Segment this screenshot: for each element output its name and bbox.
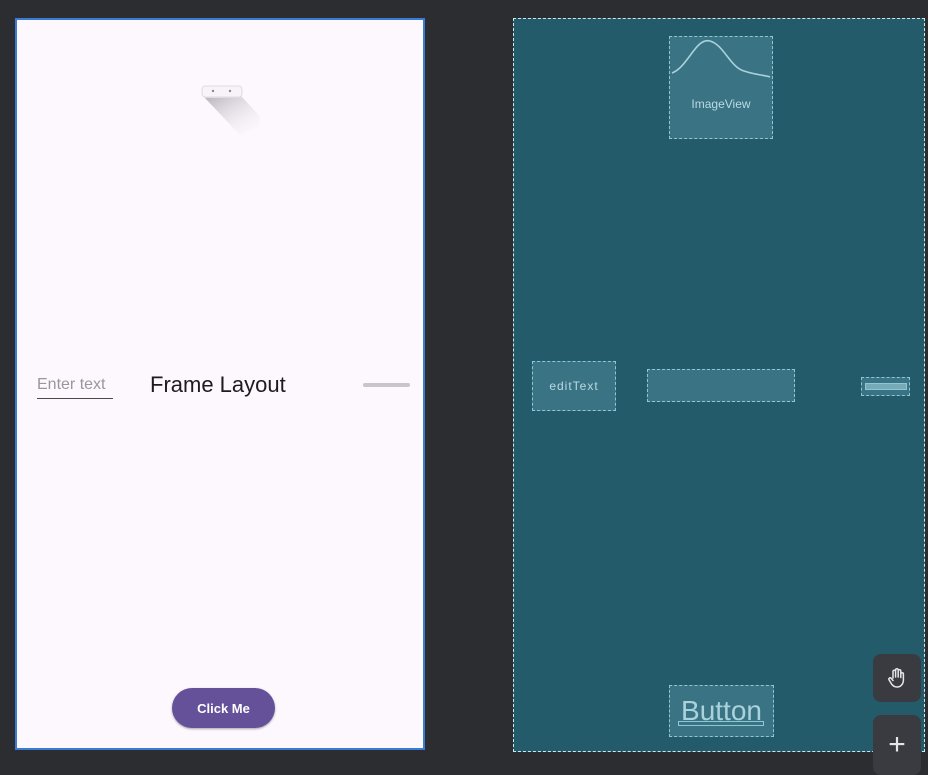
image-placeholder-icon[interactable] (200, 83, 260, 143)
blueprint-surface[interactable]: ImageView editText Button (513, 18, 925, 752)
blueprint-button[interactable]: Button (669, 685, 774, 737)
add-tool-button[interactable]: + (873, 715, 921, 775)
progressbar-indicator (864, 383, 907, 390)
blueprint-progressbar[interactable] (861, 377, 910, 396)
button-underline (678, 721, 764, 726)
progress-bar (363, 383, 410, 387)
edit-text-field[interactable]: Enter text (37, 376, 113, 399)
imageview-label: ImageView (691, 97, 751, 111)
hand-icon (888, 668, 905, 688)
design-surface[interactable]: Enter text Frame Layout Click Me (15, 18, 425, 750)
blueprint-textview[interactable] (647, 369, 795, 402)
plus-icon: + (888, 728, 906, 761)
edittext-label: editText (549, 379, 599, 393)
pan-tool-button[interactable] (873, 654, 921, 702)
blueprint-edittext[interactable]: editText (532, 361, 616, 411)
frame-layout-title: Frame Layout (150, 372, 286, 397)
click-me-button[interactable]: Click Me (172, 688, 275, 728)
blueprint-imageview[interactable]: ImageView (669, 36, 773, 139)
image-preview-icon (671, 40, 771, 78)
